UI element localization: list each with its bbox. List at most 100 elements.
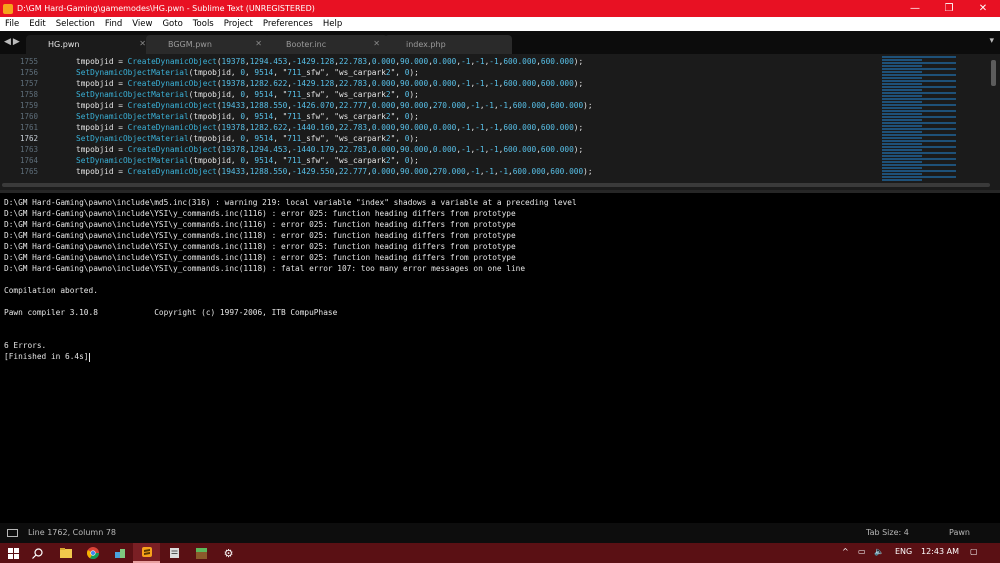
code-line[interactable]: SetDynamicObjectMaterial(tmpobjid, 0, 95… [76, 111, 593, 122]
menu-goto[interactable]: Goto [157, 19, 187, 29]
tab-index-php[interactable]: index.php [384, 35, 512, 54]
code-line[interactable]: tmpobjid = CreateDynamicObject(19378,129… [76, 144, 593, 155]
notifications-icon[interactable]: ▢ [970, 547, 978, 556]
menu-file[interactable]: File [0, 19, 24, 29]
menu-bar: File Edit Selection Find View Goto Tools… [0, 17, 1000, 31]
menu-view[interactable]: View [127, 19, 157, 29]
notepad-icon[interactable] [161, 543, 188, 563]
status-bar: Line 1762, Column 78 Tab Size: 4 Pawn [0, 523, 1000, 543]
sublime-text-taskbar-icon[interactable] [133, 543, 160, 563]
minimap-line [882, 155, 922, 157]
file-explorer-icon[interactable] [52, 543, 79, 563]
minimap-line [882, 140, 956, 142]
minimap-line [882, 92, 956, 94]
menu-preferences[interactable]: Preferences [258, 19, 318, 29]
tab-booter-inc[interactable]: Booter.inc ✕ [264, 35, 388, 54]
line-number: 1757 [19, 79, 38, 88]
minimap-line [882, 110, 956, 112]
close-icon[interactable]: ✕ [373, 39, 380, 48]
chrome-icon[interactable] [79, 543, 106, 563]
minimap-line [882, 122, 956, 124]
menu-tools[interactable]: Tools [188, 19, 219, 29]
panel-toggle-icon[interactable] [7, 529, 18, 537]
menu-project[interactable]: Project [219, 19, 258, 29]
minimap-line [882, 107, 922, 109]
code-lines[interactable]: tmpobjid = CreateDynamicObject(19378,129… [76, 56, 593, 177]
windows-taskbar: ⚙ ^ ▭ 🔈 ENG 12:43 AM ▢ [0, 543, 1000, 563]
code-line[interactable]: tmpobjid = CreateDynamicObject(19378,128… [76, 78, 593, 89]
tab-label: Booter.inc [286, 40, 327, 49]
network-icon[interactable]: ▭ [858, 547, 866, 556]
line-number: 1758 [19, 90, 38, 99]
editor-horizontal-scrollbar[interactable] [2, 183, 990, 187]
menu-help[interactable]: Help [318, 19, 347, 29]
minimap-line [882, 95, 922, 97]
minimap-line [882, 113, 922, 115]
output-line: D:\GM Hard-Gaming\pawno\include\md5.inc(… [4, 198, 577, 207]
tab-size-selector[interactable]: Tab Size: 4 [866, 528, 909, 537]
minimap-line [882, 167, 922, 169]
code-line[interactable]: SetDynamicObjectMaterial(tmpobjid, 0, 95… [76, 89, 593, 100]
app-icon[interactable] [106, 543, 133, 563]
tab-bggm-pwn[interactable]: BGGM.pwn ✕ [146, 35, 270, 54]
minimap-line [882, 65, 922, 67]
output-line: [Finished in 6.4s] [4, 352, 90, 362]
line-number: 1756 [19, 68, 38, 77]
menu-edit[interactable]: Edit [24, 19, 50, 29]
output-line: D:\GM Hard-Gaming\pawno\include\YSI\y_co… [4, 242, 516, 251]
close-icon[interactable]: ✕ [139, 39, 146, 48]
minimap[interactable] [882, 56, 960, 182]
windows-start-icon[interactable] [0, 543, 27, 563]
syntax-selector[interactable]: Pawn [949, 528, 970, 537]
search-icon[interactable] [24, 543, 51, 563]
menu-find[interactable]: Find [100, 19, 127, 29]
code-editor[interactable]: 1755 1756 1757 1758 1759 1760 1761 1762 … [0, 54, 1000, 182]
code-line[interactable]: tmpobjid = CreateDynamicObject(19433,128… [76, 166, 593, 177]
close-button[interactable]: ✕ [966, 0, 1000, 17]
tab-hg-pwn[interactable]: HG.pwn ✕ [26, 35, 154, 54]
clock[interactable]: 12:43 AM [921, 547, 959, 556]
title-bar: D:\GM Hard-Gaming\gamemodes\HG.pwn - Sub… [0, 0, 1000, 17]
line-number: 1760 [19, 112, 38, 121]
menu-selection[interactable]: Selection [51, 19, 100, 29]
line-number: 1761 [19, 123, 38, 132]
build-output-panel[interactable]: D:\GM Hard-Gaming\pawno\include\md5.inc(… [0, 193, 1000, 523]
chevron-down-icon[interactable]: ▾ [989, 36, 994, 46]
minimize-button[interactable]: — [898, 0, 932, 17]
code-line[interactable]: SetDynamicObjectMaterial(tmpobjid, 0, 95… [76, 155, 593, 166]
line-number: 1764 [19, 156, 38, 165]
input-language[interactable]: ENG [895, 547, 912, 556]
minimap-line [882, 68, 956, 70]
minimap-line [882, 164, 956, 166]
maximize-button[interactable]: ❐ [932, 0, 966, 17]
minimap-line [882, 86, 956, 88]
code-line[interactable]: SetDynamicObjectMaterial(tmpobjid, 0, 95… [76, 67, 593, 78]
minimap-line [882, 149, 922, 151]
text-cursor [88, 352, 90, 362]
close-icon[interactable]: ✕ [255, 39, 262, 48]
window-title: D:\GM Hard-Gaming\gamemodes\HG.pwn - Sub… [17, 4, 315, 13]
editor-vertical-scrollbar[interactable] [991, 60, 996, 86]
tab-label: BGGM.pwn [168, 40, 212, 49]
chevron-up-icon[interactable]: ^ [842, 547, 849, 556]
minimap-line [882, 128, 956, 130]
code-line[interactable]: tmpobjid = CreateDynamicObject(19378,129… [76, 56, 593, 67]
settings-gear-icon[interactable]: ⚙ [215, 543, 242, 563]
minimap-line [882, 161, 922, 163]
volume-icon[interactable]: 🔈 [874, 547, 884, 556]
code-line[interactable]: SetDynamicObjectMaterial(tmpobjid, 0, 95… [76, 133, 593, 144]
minecraft-icon[interactable] [188, 543, 215, 563]
minimap-line [882, 71, 922, 73]
code-line[interactable]: tmpobjid = CreateDynamicObject(19378,128… [76, 122, 593, 133]
line-number: 1759 [19, 101, 38, 110]
minimap-line [882, 101, 922, 103]
tab-nav-arrows-icon[interactable]: ◀▶ [4, 37, 22, 47]
minimap-line [882, 125, 922, 127]
minimap-line [882, 134, 956, 136]
code-line[interactable]: tmpobjid = CreateDynamicObject(19433,128… [76, 100, 593, 111]
tab-bar: ◀▶ HG.pwn ✕ BGGM.pwn ✕ Booter.inc ✕ inde… [0, 31, 1000, 54]
cursor-position: Line 1762, Column 78 [28, 528, 117, 537]
